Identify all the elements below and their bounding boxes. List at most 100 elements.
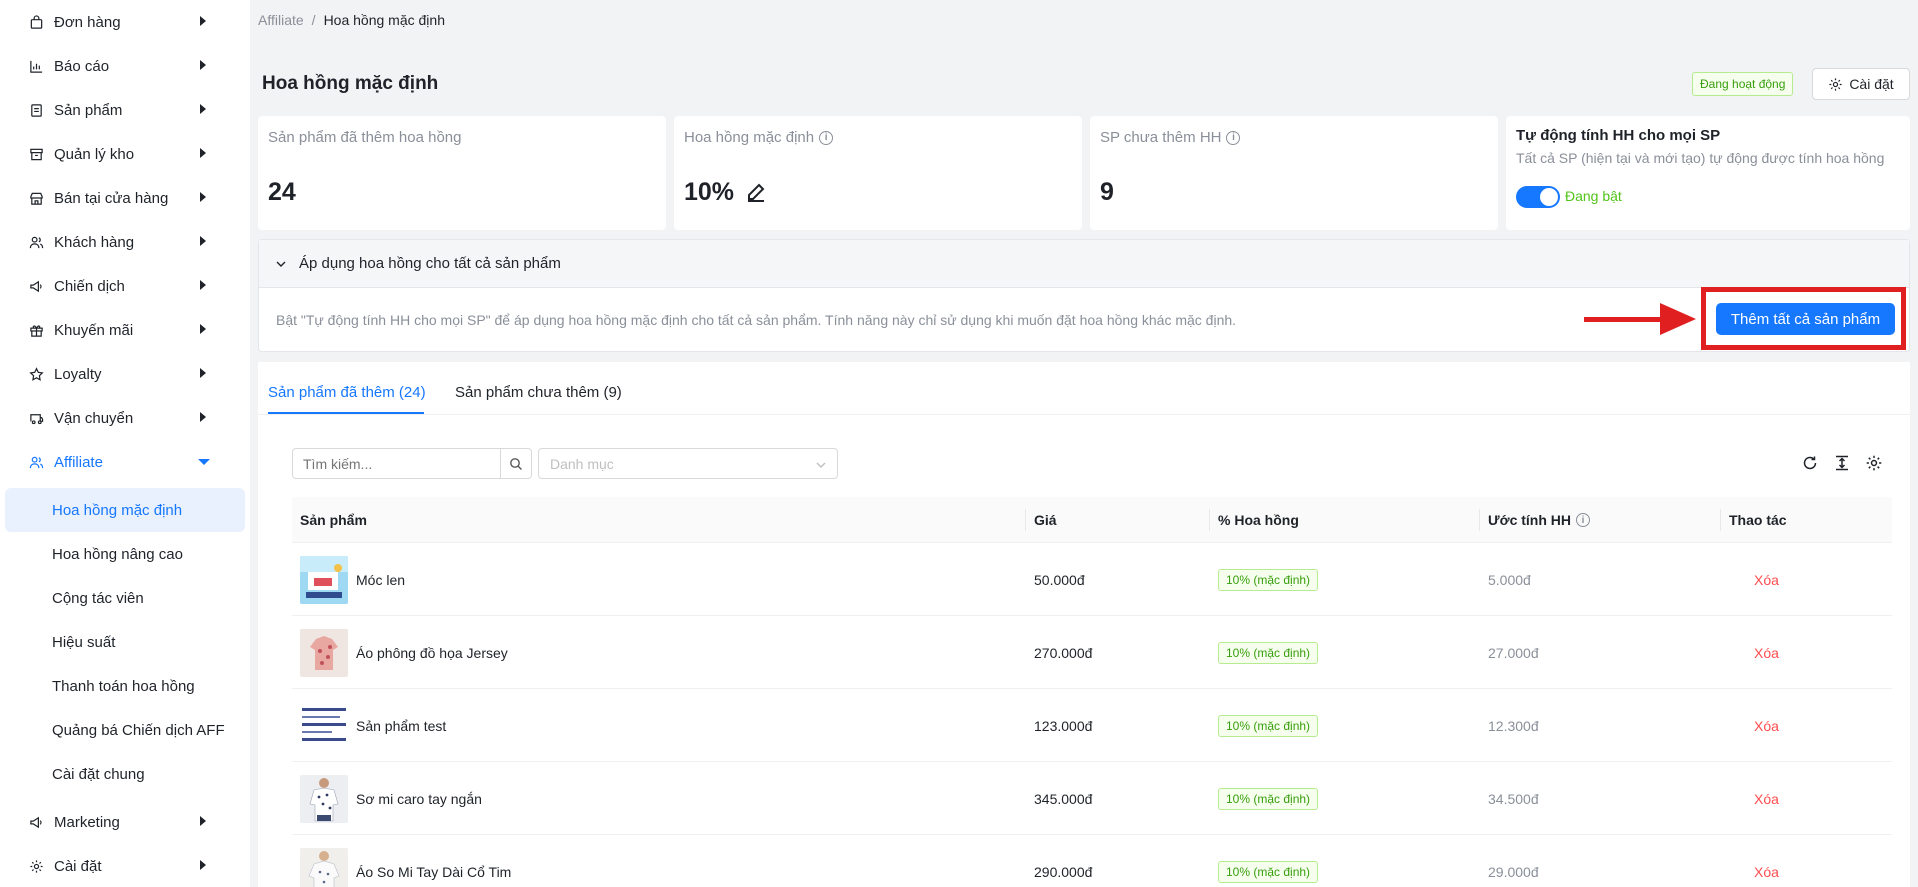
nav-inventory[interactable]: Quản lý kho — [0, 132, 250, 176]
caret-right-icon — [200, 16, 206, 26]
add-all-products-button[interactable]: Thêm tất cả sản phẩm — [1716, 303, 1895, 335]
column-header-commission[interactable]: % Hoa hồng — [1218, 497, 1299, 543]
nav-shipping[interactable]: Vận chuyển — [0, 396, 250, 440]
tab-not-added-products[interactable]: Sản phẩm chưa thêm (9) — [455, 384, 622, 401]
column-header-product[interactable]: Sản phẩm — [300, 497, 367, 543]
subnav-commission-payment[interactable]: Thanh toán hoa hồng — [0, 664, 250, 708]
info-icon[interactable]: i — [1576, 513, 1591, 527]
table-row: Sơ mi caro tay ngắn 345.000đ 10% (mặc đị… — [292, 762, 1892, 835]
subnav-general-settings[interactable]: Cài đặt chung — [0, 752, 250, 796]
column-height-icon[interactable] — [1833, 454, 1851, 472]
breadcrumb-separator: / — [311, 12, 316, 28]
nav-reports[interactable]: Báo cáo — [0, 44, 250, 88]
stat-label-text: Hoa hồng mặc định — [684, 129, 815, 146]
toggle-knob — [1540, 188, 1558, 206]
category-select[interactable]: Danh mục — [538, 448, 838, 479]
refresh-icon[interactable] — [1801, 454, 1819, 472]
auto-title: Tự động tính HH cho mọi SP — [1516, 127, 1721, 144]
nav-pos[interactable]: Bán tại cửa hàng — [0, 176, 250, 220]
info-icon[interactable]: i — [1226, 130, 1241, 145]
nav-settings[interactable]: Cài đặt — [0, 844, 250, 887]
subnav-default-commission[interactable]: Hoa hồng mặc định — [5, 488, 245, 532]
price-cell: 50.000đ — [1034, 571, 1085, 588]
price-cell: 123.000đ — [1034, 717, 1093, 734]
subnav-label: Hoa hồng nâng cao — [52, 545, 183, 563]
product-thumbnail — [300, 774, 348, 823]
product-name[interactable]: Áo So Mi Tay Dài Cổ Tim — [356, 864, 511, 880]
subnav-advanced-commission[interactable]: Hoa hồng nâng cao — [0, 532, 250, 576]
stat-card-added: Sản phẩm đã thêm hoa hồng 24 — [258, 116, 666, 230]
price-cell: 290.000đ — [1034, 863, 1093, 880]
chevron-down-icon — [816, 462, 826, 468]
subnav-performance[interactable]: Hiệu suất — [0, 620, 250, 664]
stat-card-not-added: SP chưa thêm HH i 9 — [1090, 116, 1498, 230]
product-cell: Móc len — [300, 543, 405, 616]
product-thumbnail — [300, 628, 348, 677]
apply-panel: Áp dụng hoa hồng cho tất cả sản phẩm Bật… — [258, 239, 1910, 352]
gear-icon — [28, 858, 44, 874]
column-header-estimate[interactable]: Ước tính HH i — [1488, 497, 1591, 543]
nav-customers[interactable]: Khách hàng — [0, 220, 250, 264]
chevron-down-icon — [276, 261, 286, 267]
caret-right-icon — [200, 104, 206, 114]
delete-link[interactable]: Xóa — [1754, 689, 1779, 762]
subnav-label: Cài đặt chung — [52, 765, 145, 783]
search-button[interactable] — [500, 448, 532, 479]
nav-loyalty[interactable]: Loyalty — [0, 352, 250, 396]
product-name[interactable]: Áo phông đồ họa Jersey — [356, 645, 508, 661]
toggle-label: Đang bật — [1565, 188, 1622, 204]
price-cell: 270.000đ — [1034, 644, 1093, 661]
nav-affiliate[interactable]: Affiliate — [0, 440, 250, 484]
breadcrumb: Affiliate / Hoa hồng mặc định — [258, 12, 445, 28]
auto-toggle[interactable] — [1516, 186, 1560, 208]
nav-marketing[interactable]: Marketing — [0, 800, 250, 844]
tab-added-products[interactable]: Sản phẩm đã thêm (24) — [268, 384, 426, 401]
caret-right-icon — [200, 148, 206, 158]
delete-link[interactable]: Xóa — [1754, 616, 1779, 689]
apply-panel-header[interactable]: Áp dụng hoa hồng cho tất cả sản phẩm — [259, 240, 1909, 288]
gear-icon[interactable] — [1865, 454, 1883, 472]
info-icon[interactable]: i — [819, 130, 834, 145]
delete-link[interactable]: Xóa — [1754, 543, 1779, 616]
annotation-arrow-shaft — [1584, 317, 1664, 322]
product-name[interactable]: Sơ mi caro tay ngắn — [356, 791, 482, 807]
caret-right-icon — [200, 280, 206, 290]
product-name[interactable]: Móc len — [356, 572, 405, 588]
subnav-aff-campaign[interactable]: Quảng bá Chiến dịch AFF — [0, 708, 250, 752]
price-cell: 345.000đ — [1034, 790, 1093, 807]
table-header: Sản phẩm Giá % Hoa hồng Ước tính HH i Tha… — [292, 497, 1892, 543]
product-cell: Sơ mi caro tay ngắn — [300, 762, 482, 835]
sidebar: Đơn hàng Báo cáo Sản phẩm Quản lý kho Bá… — [0, 0, 250, 887]
nav-promotions[interactable]: Khuyến mãi — [0, 308, 250, 352]
commission-cell: 10% (mặc định) — [1218, 835, 1319, 887]
delete-link[interactable]: Xóa — [1754, 762, 1779, 835]
subnav-collaborators[interactable]: Cộng tác viên — [0, 576, 250, 620]
stat-card-default-rate: Hoa hồng mặc định i 10% — [674, 116, 1082, 230]
document-icon — [28, 102, 44, 118]
products-panel: Sản phẩm đã thêm (24) Sản phẩm chưa thêm… — [258, 362, 1910, 887]
nav-label: Khách hàng — [54, 233, 135, 251]
nav-label: Vận chuyển — [54, 409, 134, 427]
product-cell: Áo phông đồ họa Jersey — [300, 616, 508, 689]
stat-label: Sản phẩm đã thêm hoa hồng — [268, 129, 462, 146]
users-icon — [28, 234, 44, 250]
search-input[interactable] — [292, 448, 501, 479]
column-header-price[interactable]: Giá — [1034, 497, 1057, 543]
column-separator — [1209, 509, 1210, 531]
nav-orders[interactable]: Đơn hàng — [0, 0, 250, 44]
nav-products[interactable]: Sản phẩm — [0, 88, 250, 132]
settings-button[interactable]: Cài đặt — [1812, 68, 1910, 100]
product-name[interactable]: Sản phẩm test — [356, 718, 446, 734]
breadcrumb-root[interactable]: Affiliate — [258, 12, 304, 28]
column-header-estimate-label: Ước tính HH — [1488, 512, 1572, 528]
nav-label: Loyalty — [54, 365, 102, 383]
nav-campaigns[interactable]: Chiến dịch — [0, 264, 250, 308]
nav-label: Cài đặt — [54, 857, 102, 875]
star-icon — [28, 366, 44, 382]
stat-label-text: SP chưa thêm HH — [1100, 129, 1222, 146]
subnav-label: Hiệu suất — [52, 633, 116, 651]
settings-button-label: Cài đặt — [1849, 76, 1894, 92]
delete-link[interactable]: Xóa — [1754, 835, 1779, 887]
edit-icon[interactable] — [744, 181, 768, 205]
column-separator — [1479, 509, 1480, 531]
